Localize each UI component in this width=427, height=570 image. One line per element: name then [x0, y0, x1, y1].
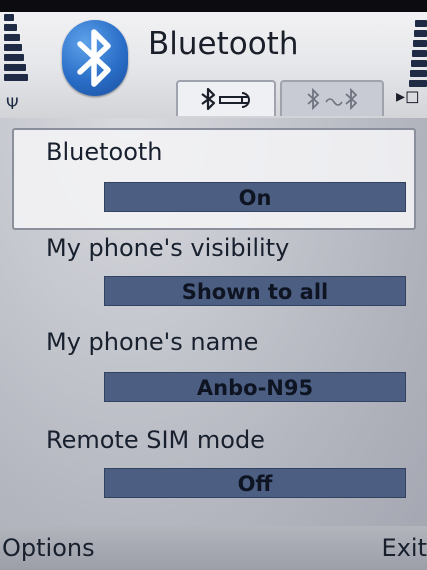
screen-top-edge	[0, 0, 427, 12]
paired-devices-icon	[307, 87, 358, 111]
setting-label: My phone's name	[46, 328, 259, 356]
setting-value: Anbo-N95	[104, 372, 406, 402]
setting-value: Shown to all	[104, 276, 406, 306]
settings-icon	[201, 87, 250, 111]
setting-bluetooth[interactable]: Bluetooth On	[12, 128, 416, 230]
exit-softkey[interactable]: Exit	[382, 534, 427, 562]
setting-remote-sim[interactable]: Remote SIM mode Off	[12, 422, 416, 518]
tab-paired-devices[interactable]	[280, 80, 384, 116]
softkey-bar: Options Exit	[0, 526, 427, 570]
setting-phone-name[interactable]: My phone's name Anbo-N95	[12, 326, 416, 422]
page-title: Bluetooth	[148, 26, 299, 62]
antenna-icon: Ψ	[6, 94, 19, 113]
bluetooth-icon	[62, 20, 128, 96]
tab-scroll-right-icon[interactable]: ▸◻	[396, 86, 420, 107]
bluetooth-settings-list: Bluetooth On My phone's visibility Shown…	[12, 116, 416, 524]
setting-label: Remote SIM mode	[46, 426, 265, 454]
setting-value: Off	[104, 468, 406, 498]
setting-label: My phone's visibility	[46, 234, 290, 262]
setting-visibility[interactable]: My phone's visibility Shown to all	[12, 228, 416, 324]
setting-value: On	[104, 182, 406, 212]
signal-strength-icon: Ψ	[4, 14, 30, 113]
options-softkey[interactable]: Options	[2, 534, 95, 562]
setting-label: Bluetooth	[46, 138, 163, 166]
phone-screen: Ψ Bluetooth ▸◻ Bluetooth On My phone's v…	[0, 0, 427, 570]
battery-level-icon	[407, 20, 427, 92]
tab-settings[interactable]	[176, 80, 276, 116]
